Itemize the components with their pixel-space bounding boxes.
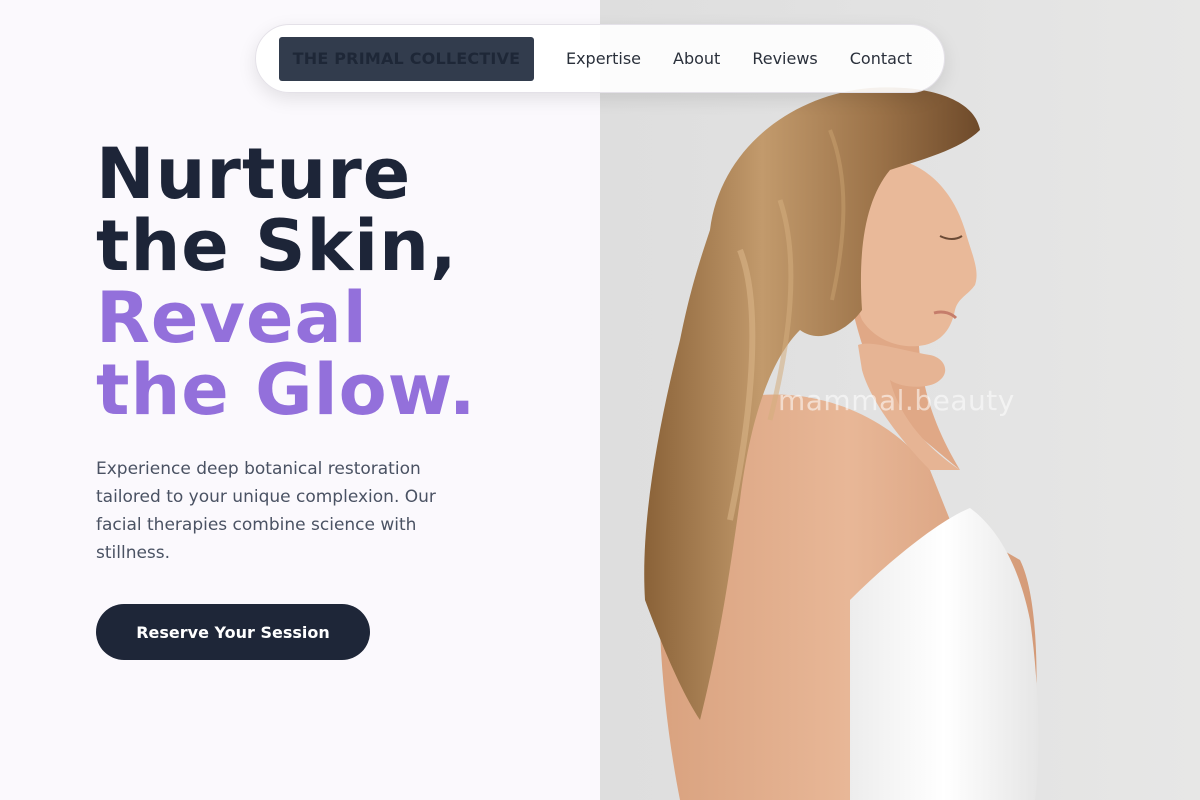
headline-line-2: the Skin, — [96, 205, 458, 287]
hero-photo: mammal.beauty — [600, 0, 1200, 800]
nav-link-about[interactable]: About — [673, 49, 720, 68]
brand-logo[interactable]: THE PRIMAL COLLECTIVE — [279, 36, 534, 81]
top-navigation: THE PRIMAL COLLECTIVE Expertise About Re… — [255, 24, 945, 93]
hero-section: Nurture the Skin, Reveal the Glow. Exper… — [96, 138, 576, 567]
headline-line-3: Reveal — [96, 277, 368, 359]
photo-watermark: mammal.beauty — [778, 384, 1015, 417]
nav-link-contact[interactable]: Contact — [850, 49, 912, 68]
hero-headline: Nurture the Skin, Reveal the Glow. — [96, 138, 576, 426]
nav-link-expertise[interactable]: Expertise — [566, 49, 641, 68]
landing-page: mammal.beauty THE PRIMAL COLLECTIVE Expe… — [0, 0, 1200, 800]
reserve-session-button[interactable]: Reserve Your Session — [96, 604, 370, 660]
nav-link-reviews[interactable]: Reviews — [752, 49, 817, 68]
hero-description: Experience deep botanical restoration ta… — [96, 459, 436, 563]
headline-line-4: the Glow. — [96, 349, 477, 431]
headline-line-1: Nurture — [96, 133, 412, 215]
nav-links: Expertise About Reviews Contact — [566, 49, 944, 68]
